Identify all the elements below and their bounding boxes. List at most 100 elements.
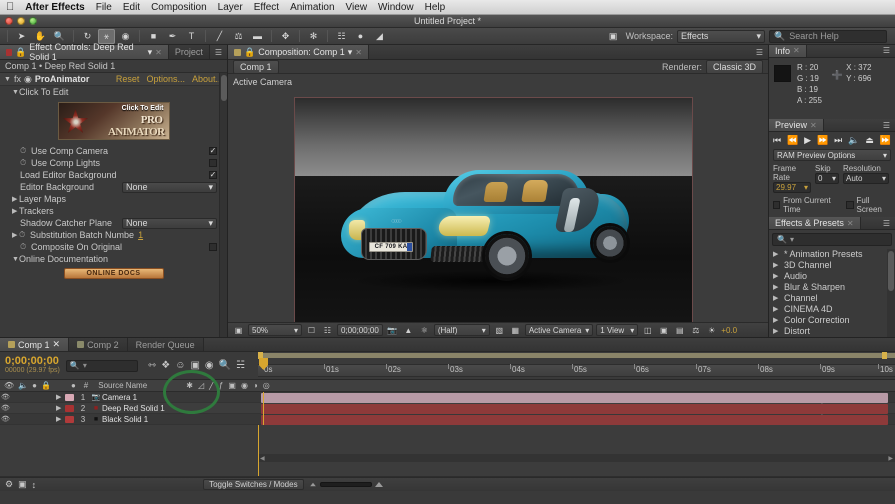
disclosure-triangle-icon[interactable]: ▶ xyxy=(56,404,63,412)
panel-menu-icon[interactable]: ☰ xyxy=(878,119,895,131)
menu-window[interactable]: Window xyxy=(378,2,414,13)
property-value[interactable]: ✓ xyxy=(209,171,217,179)
type-icon[interactable]: T xyxy=(183,29,200,44)
effects-scrollbar[interactable] xyxy=(887,248,895,337)
layer-color-swatch[interactable] xyxy=(65,404,74,412)
layer-color-swatch[interactable] xyxy=(65,393,74,401)
reset-link[interactable]: Reset xyxy=(116,74,140,84)
disclosure-triangle-icon[interactable]: ▶ xyxy=(12,207,19,215)
graph-editor-icon[interactable]: 🔍 xyxy=(219,360,231,371)
timeline-search-input[interactable]: 🔍 ▾ xyxy=(65,359,138,372)
three-d-icon[interactable]: ◎ xyxy=(263,381,270,390)
preview-resolution-select[interactable]: Auto ▾ xyxy=(843,173,889,185)
frame-blending-icon[interactable]: ▣ xyxy=(190,360,199,371)
stopwatch-icon[interactable]: ⏱ xyxy=(20,159,28,167)
shy-icon[interactable]: ✱ xyxy=(186,381,193,390)
pin-icon[interactable]: ✻ xyxy=(305,29,322,44)
selection-arrow-icon[interactable]: ➤ xyxy=(13,29,30,44)
effects-category-item[interactable]: ▶ CINEMA 4D xyxy=(769,304,895,315)
chevron-down-icon[interactable]: ▾ xyxy=(348,47,353,58)
brainstorm-icon[interactable]: ☵ xyxy=(236,360,245,371)
channels-icon[interactable]: ⚛ xyxy=(418,324,431,336)
adjustment-icon[interactable]: ◑ xyxy=(253,381,258,390)
resolution-select[interactable]: (Half) ▾ xyxy=(433,324,490,336)
comp-flowchart-icon[interactable]: ⚙ xyxy=(5,479,13,490)
chevron-down-icon[interactable]: ▾ xyxy=(148,47,153,58)
frame-blend-icon[interactable]: ▣ xyxy=(228,381,236,390)
substitution-batch-value[interactable]: 1 xyxy=(138,230,143,240)
prev-frame-icon[interactable]: ⏪ xyxy=(787,135,798,146)
checkbox-checked-icon[interactable]: ✓ xyxy=(209,171,217,179)
group-trackers[interactable]: ▶ Trackers xyxy=(0,205,227,217)
mask-icon[interactable]: ◢ xyxy=(371,29,388,44)
lock-icon[interactable]: 🔒 xyxy=(244,47,255,58)
fast-preview-icon[interactable]: ▣ xyxy=(657,324,670,336)
scrollbar-thumb[interactable] xyxy=(888,250,894,291)
live-update-icon[interactable]: ⇿ xyxy=(148,360,156,371)
tab-project[interactable]: Project xyxy=(168,45,210,59)
property-load-editor-background[interactable]: Load Editor Background ✓ xyxy=(0,169,227,181)
property-value[interactable] xyxy=(209,159,217,167)
zoom-out-icon[interactable] xyxy=(309,482,316,487)
play-icon[interactable]: ▶ xyxy=(804,135,811,146)
toggle-switches-modes-button[interactable]: Toggle Switches / Modes xyxy=(203,479,304,490)
timeline-timecode[interactable]: 0;00;00;00 xyxy=(5,356,60,367)
hide-shy-layers-icon[interactable]: ☺ xyxy=(175,360,185,371)
disclosure-triangle-icon[interactable]: ▶ xyxy=(773,272,780,280)
renderer-value[interactable]: Classic 3D xyxy=(705,59,763,74)
tab-effect-controls[interactable]: 🔒 Effect Controls: Deep Red Solid 1 ▾ ✕ xyxy=(0,42,169,62)
ram-preview-icon[interactable]: ⏏ xyxy=(865,135,874,146)
region-of-interest-icon[interactable]: ☐ xyxy=(305,324,318,336)
workspace-toggle-icon[interactable]: ▣ xyxy=(605,29,622,44)
composition-viewer[interactable]: Active Camera ○○○○ CF 709 KA xyxy=(228,74,768,322)
menu-help[interactable]: Help xyxy=(425,2,446,13)
loop-icon[interactable]: ⏩ xyxy=(880,135,891,146)
panel-menu-icon[interactable]: ☰ xyxy=(878,45,895,57)
disclosure-triangle-icon[interactable]: ▶ xyxy=(773,327,780,335)
disclosure-triangle-icon[interactable]: ▶ xyxy=(773,294,780,302)
from-current-time-checkbox[interactable] xyxy=(773,201,781,210)
layer-visibility-toggle[interactable]: 👁 xyxy=(0,404,11,412)
property-substitution-batch-number[interactable]: ▶ ⏱ Substitution Batch Numbe 1 xyxy=(0,229,227,241)
fit-icon[interactable]: ▣ xyxy=(232,324,245,336)
property-value[interactable]: None ▾ xyxy=(122,181,217,193)
menu-composition[interactable]: Composition xyxy=(151,2,207,13)
comp-flowchart-icon[interactable]: ⚖ xyxy=(689,324,702,336)
solo-icon[interactable]: ● xyxy=(32,381,37,390)
tab-render-queue[interactable]: Render Queue xyxy=(127,338,204,351)
exposure-icon[interactable]: ☀ xyxy=(705,324,718,336)
audio-icon[interactable]: 🔈 xyxy=(18,381,28,390)
layer-bar-black-solid-1[interactable] xyxy=(261,415,888,425)
effects-category-item[interactable]: ▶ 3D Channel xyxy=(769,260,895,271)
frame-rate-select[interactable]: 29.97 ▾ xyxy=(773,182,811,194)
effects-category-item[interactable]: ▶ Color Correction xyxy=(769,315,895,326)
timeline-zoom-slider[interactable] xyxy=(309,482,383,487)
property-value[interactable]: None ▾ xyxy=(122,217,217,229)
effects-category-item[interactable]: ▶ Distort xyxy=(769,326,895,337)
shadow-catcher-dropdown[interactable]: None ▾ xyxy=(122,217,217,229)
close-icon[interactable]: ✕ xyxy=(847,219,854,228)
tab-comp-1[interactable]: Comp 1 ✕ xyxy=(0,338,70,351)
stretch-icon[interactable]: ↕ xyxy=(32,480,37,490)
disclosure-triangle-icon[interactable]: ▼ xyxy=(4,76,11,83)
layer-bar-deep-red-solid-1[interactable] xyxy=(261,404,888,414)
tab-composition[interactable]: 🔒 Composition: Comp 1 ▾ ✕ xyxy=(228,45,369,59)
tab-preview[interactable]: Preview ✕ xyxy=(769,119,824,132)
effects-search-input[interactable]: 🔍 ▾ xyxy=(772,232,892,246)
snap-dot-icon[interactable]: ● xyxy=(352,29,369,44)
property-use-comp-lights[interactable]: ⏱ Use Comp Lights xyxy=(0,157,227,169)
lock-icon[interactable]: 🔒 xyxy=(41,381,51,390)
lock-icon[interactable]: 🔒 xyxy=(15,47,26,58)
layer-visibility-toggle[interactable]: 👁 xyxy=(0,415,11,423)
shape-icon[interactable]: ■ xyxy=(145,29,162,44)
menu-file[interactable]: File xyxy=(96,2,112,13)
timecode-block[interactable]: 0;00;00;00 00000 (29.97 fps) xyxy=(5,356,60,375)
close-icon[interactable]: ✕ xyxy=(155,48,162,57)
layer-visibility-toggle[interactable]: 👁 xyxy=(0,393,11,401)
group-layer-maps[interactable]: ▶ Layer Maps xyxy=(0,193,227,205)
audio-icon[interactable]: 🔈 xyxy=(848,135,859,146)
editor-background-dropdown[interactable]: None ▾ xyxy=(122,181,217,193)
close-icon[interactable]: ✕ xyxy=(793,46,800,55)
property-shadow-catcher-plane[interactable]: Shadow Catcher Plane None ▾ xyxy=(0,217,227,229)
disclosure-triangle-icon[interactable]: ▶ xyxy=(773,305,780,313)
